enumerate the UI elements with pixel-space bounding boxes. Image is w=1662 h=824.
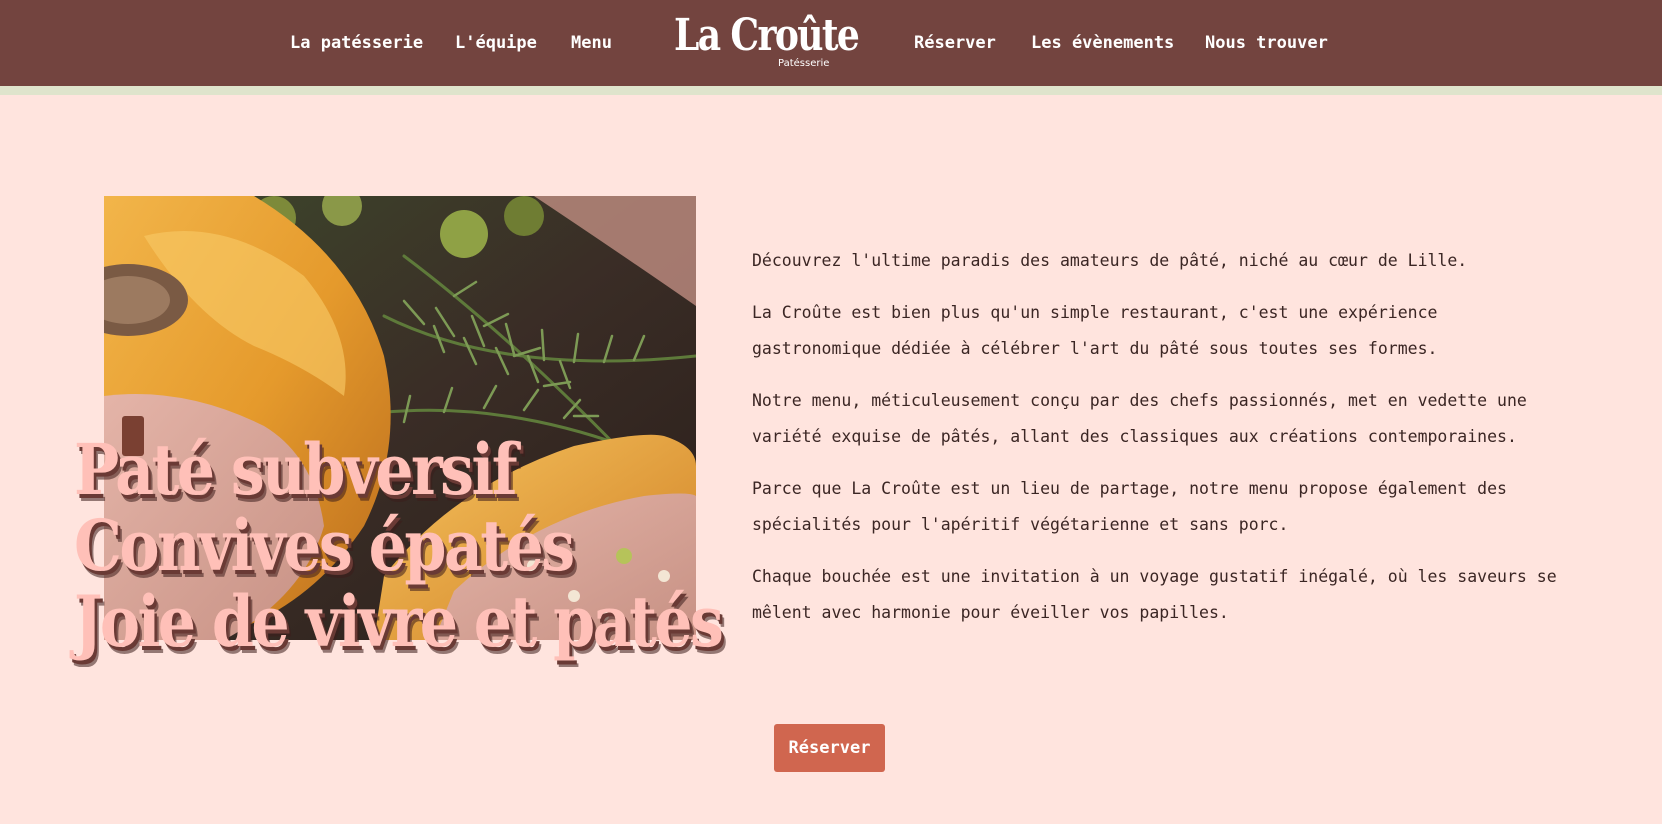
reserve-button[interactable]: Réserver	[774, 724, 885, 772]
nav-link-evenements[interactable]: Les évènements	[1031, 32, 1174, 54]
nav-link-nous-trouver[interactable]: Nous trouver	[1205, 32, 1328, 54]
nav-link-equipe[interactable]: L'équipe	[455, 32, 537, 54]
intro-paragraph: Notre menu, méticuleusement conçu par de…	[752, 391, 1527, 446]
intro-paragraph: La Croûte est bien plus qu'un simple res…	[752, 303, 1438, 358]
intro-paragraph: Chaque bouchée est une invitation à un v…	[752, 567, 1557, 622]
nav-link-patesserie[interactable]: La patésserie	[290, 32, 423, 54]
hero-headline-line-3: Joie de vivre et patés	[74, 580, 724, 663]
site-header: La patésserie L'équipe Menu La Croûte Pa…	[0, 0, 1662, 86]
hero-headline-line-2: Convives épatés	[74, 504, 575, 587]
logo-tagline: Patésserie	[778, 58, 830, 69]
intro-section: Découvrez l'ultime paradis des amateurs …	[752, 243, 1572, 647]
header-divider	[0, 86, 1662, 95]
logo-wordmark: La Croûte	[674, 10, 860, 61]
intro-paragraph: Découvrez l'ultime paradis des amateurs …	[752, 251, 1468, 270]
hero-headline-line-1: Paté subversif	[74, 428, 518, 511]
site-logo[interactable]: La Croûte Patésserie	[672, 10, 860, 74]
intro-paragraph: Parce que La Croûte est un lieu de parta…	[752, 479, 1507, 534]
nav-link-menu[interactable]: Menu	[571, 32, 612, 54]
nav-link-reserver[interactable]: Réserver	[914, 32, 996, 54]
hero-headline: Paté subversif Convives épatés Joie de v…	[74, 432, 774, 660]
